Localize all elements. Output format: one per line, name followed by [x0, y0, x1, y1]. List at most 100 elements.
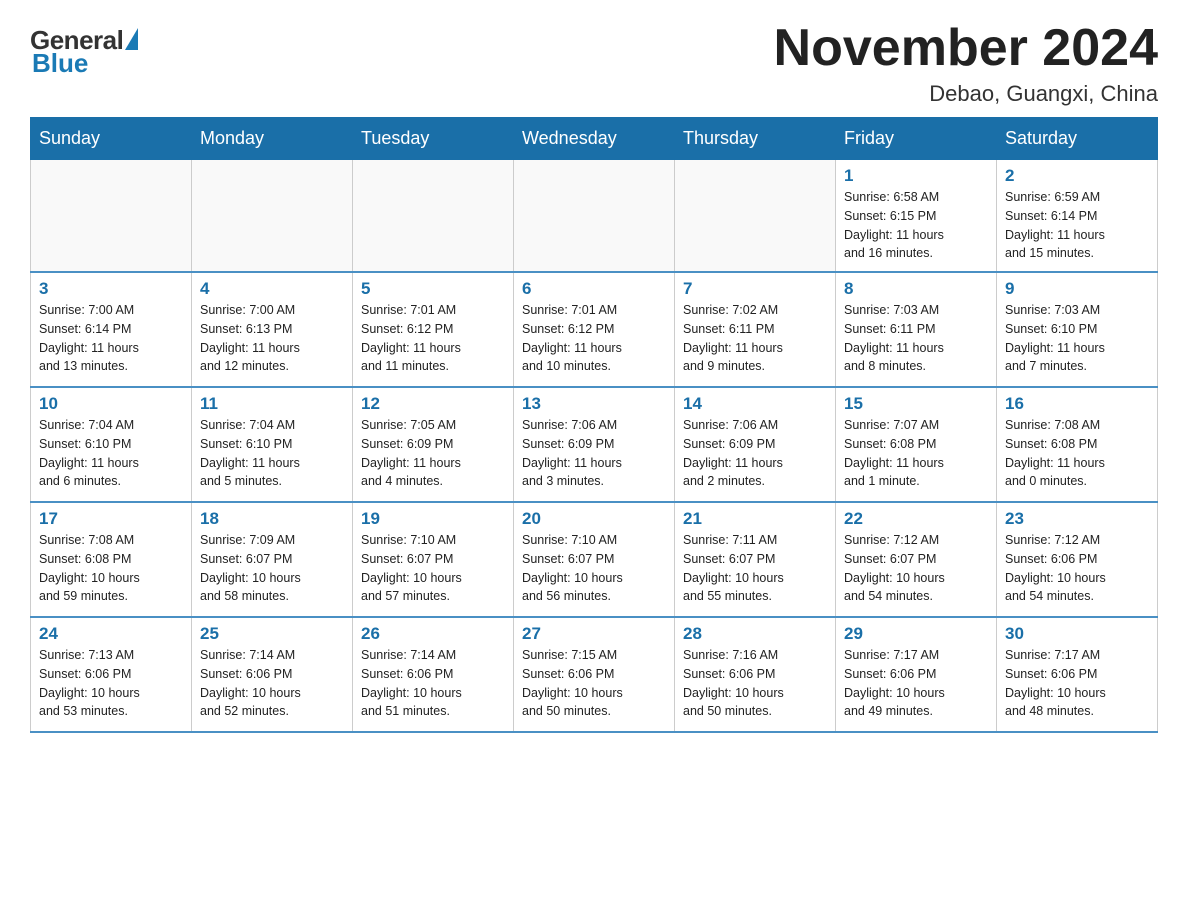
- day-number: 1: [844, 166, 988, 186]
- day-info: Sunrise: 7:05 AM Sunset: 6:09 PM Dayligh…: [361, 416, 505, 491]
- weekday-header-sunday: Sunday: [31, 118, 192, 160]
- calendar-cell: 15Sunrise: 7:07 AM Sunset: 6:08 PM Dayli…: [836, 387, 997, 502]
- day-info: Sunrise: 7:08 AM Sunset: 6:08 PM Dayligh…: [39, 531, 183, 606]
- calendar-cell: 19Sunrise: 7:10 AM Sunset: 6:07 PM Dayli…: [353, 502, 514, 617]
- weekday-header-friday: Friday: [836, 118, 997, 160]
- day-number: 10: [39, 394, 183, 414]
- day-number: 29: [844, 624, 988, 644]
- calendar-cell: 24Sunrise: 7:13 AM Sunset: 6:06 PM Dayli…: [31, 617, 192, 732]
- calendar-table: SundayMondayTuesdayWednesdayThursdayFrid…: [30, 117, 1158, 733]
- week-row-4: 17Sunrise: 7:08 AM Sunset: 6:08 PM Dayli…: [31, 502, 1158, 617]
- logo: General Blue: [30, 25, 138, 79]
- calendar-cell: [514, 160, 675, 273]
- day-info: Sunrise: 7:03 AM Sunset: 6:11 PM Dayligh…: [844, 301, 988, 376]
- week-row-3: 10Sunrise: 7:04 AM Sunset: 6:10 PM Dayli…: [31, 387, 1158, 502]
- week-row-2: 3Sunrise: 7:00 AM Sunset: 6:14 PM Daylig…: [31, 272, 1158, 387]
- calendar-cell: 20Sunrise: 7:10 AM Sunset: 6:07 PM Dayli…: [514, 502, 675, 617]
- day-number: 7: [683, 279, 827, 299]
- calendar-cell: 29Sunrise: 7:17 AM Sunset: 6:06 PM Dayli…: [836, 617, 997, 732]
- day-info: Sunrise: 7:06 AM Sunset: 6:09 PM Dayligh…: [683, 416, 827, 491]
- day-number: 25: [200, 624, 344, 644]
- day-info: Sunrise: 7:15 AM Sunset: 6:06 PM Dayligh…: [522, 646, 666, 721]
- day-number: 5: [361, 279, 505, 299]
- calendar-cell: 25Sunrise: 7:14 AM Sunset: 6:06 PM Dayli…: [192, 617, 353, 732]
- day-number: 15: [844, 394, 988, 414]
- day-info: Sunrise: 7:04 AM Sunset: 6:10 PM Dayligh…: [39, 416, 183, 491]
- day-info: Sunrise: 6:58 AM Sunset: 6:15 PM Dayligh…: [844, 188, 988, 263]
- weekday-header-saturday: Saturday: [997, 118, 1158, 160]
- calendar-cell: 8Sunrise: 7:03 AM Sunset: 6:11 PM Daylig…: [836, 272, 997, 387]
- calendar-cell: 17Sunrise: 7:08 AM Sunset: 6:08 PM Dayli…: [31, 502, 192, 617]
- day-info: Sunrise: 7:02 AM Sunset: 6:11 PM Dayligh…: [683, 301, 827, 376]
- calendar-cell: 9Sunrise: 7:03 AM Sunset: 6:10 PM Daylig…: [997, 272, 1158, 387]
- weekday-header-row: SundayMondayTuesdayWednesdayThursdayFrid…: [31, 118, 1158, 160]
- day-info: Sunrise: 7:14 AM Sunset: 6:06 PM Dayligh…: [361, 646, 505, 721]
- day-info: Sunrise: 6:59 AM Sunset: 6:14 PM Dayligh…: [1005, 188, 1149, 263]
- calendar-cell: 16Sunrise: 7:08 AM Sunset: 6:08 PM Dayli…: [997, 387, 1158, 502]
- header: General Blue November 2024 Debao, Guangx…: [30, 20, 1158, 107]
- day-info: Sunrise: 7:04 AM Sunset: 6:10 PM Dayligh…: [200, 416, 344, 491]
- calendar-cell: [353, 160, 514, 273]
- day-number: 4: [200, 279, 344, 299]
- calendar-cell: 23Sunrise: 7:12 AM Sunset: 6:06 PM Dayli…: [997, 502, 1158, 617]
- day-number: 14: [683, 394, 827, 414]
- day-number: 17: [39, 509, 183, 529]
- day-info: Sunrise: 7:07 AM Sunset: 6:08 PM Dayligh…: [844, 416, 988, 491]
- day-info: Sunrise: 7:00 AM Sunset: 6:13 PM Dayligh…: [200, 301, 344, 376]
- week-row-5: 24Sunrise: 7:13 AM Sunset: 6:06 PM Dayli…: [31, 617, 1158, 732]
- calendar-cell: 22Sunrise: 7:12 AM Sunset: 6:07 PM Dayli…: [836, 502, 997, 617]
- day-number: 27: [522, 624, 666, 644]
- day-info: Sunrise: 7:11 AM Sunset: 6:07 PM Dayligh…: [683, 531, 827, 606]
- day-number: 11: [200, 394, 344, 414]
- weekday-header-monday: Monday: [192, 118, 353, 160]
- day-info: Sunrise: 7:16 AM Sunset: 6:06 PM Dayligh…: [683, 646, 827, 721]
- day-info: Sunrise: 7:09 AM Sunset: 6:07 PM Dayligh…: [200, 531, 344, 606]
- day-info: Sunrise: 7:17 AM Sunset: 6:06 PM Dayligh…: [1005, 646, 1149, 721]
- day-number: 23: [1005, 509, 1149, 529]
- weekday-header-thursday: Thursday: [675, 118, 836, 160]
- day-number: 21: [683, 509, 827, 529]
- calendar-cell: [192, 160, 353, 273]
- day-number: 26: [361, 624, 505, 644]
- day-info: Sunrise: 7:01 AM Sunset: 6:12 PM Dayligh…: [361, 301, 505, 376]
- calendar-cell: 11Sunrise: 7:04 AM Sunset: 6:10 PM Dayli…: [192, 387, 353, 502]
- day-number: 22: [844, 509, 988, 529]
- logo-triangle-icon: [125, 28, 138, 50]
- title-area: November 2024 Debao, Guangxi, China: [774, 20, 1158, 107]
- day-number: 9: [1005, 279, 1149, 299]
- calendar-cell: [675, 160, 836, 273]
- day-info: Sunrise: 7:13 AM Sunset: 6:06 PM Dayligh…: [39, 646, 183, 721]
- weekday-header-tuesday: Tuesday: [353, 118, 514, 160]
- calendar-cell: 14Sunrise: 7:06 AM Sunset: 6:09 PM Dayli…: [675, 387, 836, 502]
- day-info: Sunrise: 7:06 AM Sunset: 6:09 PM Dayligh…: [522, 416, 666, 491]
- day-number: 8: [844, 279, 988, 299]
- calendar-cell: 3Sunrise: 7:00 AM Sunset: 6:14 PM Daylig…: [31, 272, 192, 387]
- location: Debao, Guangxi, China: [774, 81, 1158, 107]
- day-number: 18: [200, 509, 344, 529]
- day-info: Sunrise: 7:12 AM Sunset: 6:06 PM Dayligh…: [1005, 531, 1149, 606]
- day-info: Sunrise: 7:03 AM Sunset: 6:10 PM Dayligh…: [1005, 301, 1149, 376]
- calendar-cell: 26Sunrise: 7:14 AM Sunset: 6:06 PM Dayli…: [353, 617, 514, 732]
- month-title: November 2024: [774, 20, 1158, 77]
- calendar-cell: 10Sunrise: 7:04 AM Sunset: 6:10 PM Dayli…: [31, 387, 192, 502]
- calendar-cell: 27Sunrise: 7:15 AM Sunset: 6:06 PM Dayli…: [514, 617, 675, 732]
- day-number: 24: [39, 624, 183, 644]
- calendar-cell: 5Sunrise: 7:01 AM Sunset: 6:12 PM Daylig…: [353, 272, 514, 387]
- day-info: Sunrise: 7:14 AM Sunset: 6:06 PM Dayligh…: [200, 646, 344, 721]
- day-info: Sunrise: 7:12 AM Sunset: 6:07 PM Dayligh…: [844, 531, 988, 606]
- day-number: 16: [1005, 394, 1149, 414]
- calendar-cell: 6Sunrise: 7:01 AM Sunset: 6:12 PM Daylig…: [514, 272, 675, 387]
- day-number: 19: [361, 509, 505, 529]
- day-info: Sunrise: 7:10 AM Sunset: 6:07 PM Dayligh…: [361, 531, 505, 606]
- calendar-cell: 7Sunrise: 7:02 AM Sunset: 6:11 PM Daylig…: [675, 272, 836, 387]
- day-info: Sunrise: 7:10 AM Sunset: 6:07 PM Dayligh…: [522, 531, 666, 606]
- week-row-1: 1Sunrise: 6:58 AM Sunset: 6:15 PM Daylig…: [31, 160, 1158, 273]
- calendar-cell: 18Sunrise: 7:09 AM Sunset: 6:07 PM Dayli…: [192, 502, 353, 617]
- calendar-cell: 4Sunrise: 7:00 AM Sunset: 6:13 PM Daylig…: [192, 272, 353, 387]
- day-info: Sunrise: 7:08 AM Sunset: 6:08 PM Dayligh…: [1005, 416, 1149, 491]
- calendar-cell: 2Sunrise: 6:59 AM Sunset: 6:14 PM Daylig…: [997, 160, 1158, 273]
- day-number: 20: [522, 509, 666, 529]
- calendar-cell: 1Sunrise: 6:58 AM Sunset: 6:15 PM Daylig…: [836, 160, 997, 273]
- day-number: 28: [683, 624, 827, 644]
- day-info: Sunrise: 7:00 AM Sunset: 6:14 PM Dayligh…: [39, 301, 183, 376]
